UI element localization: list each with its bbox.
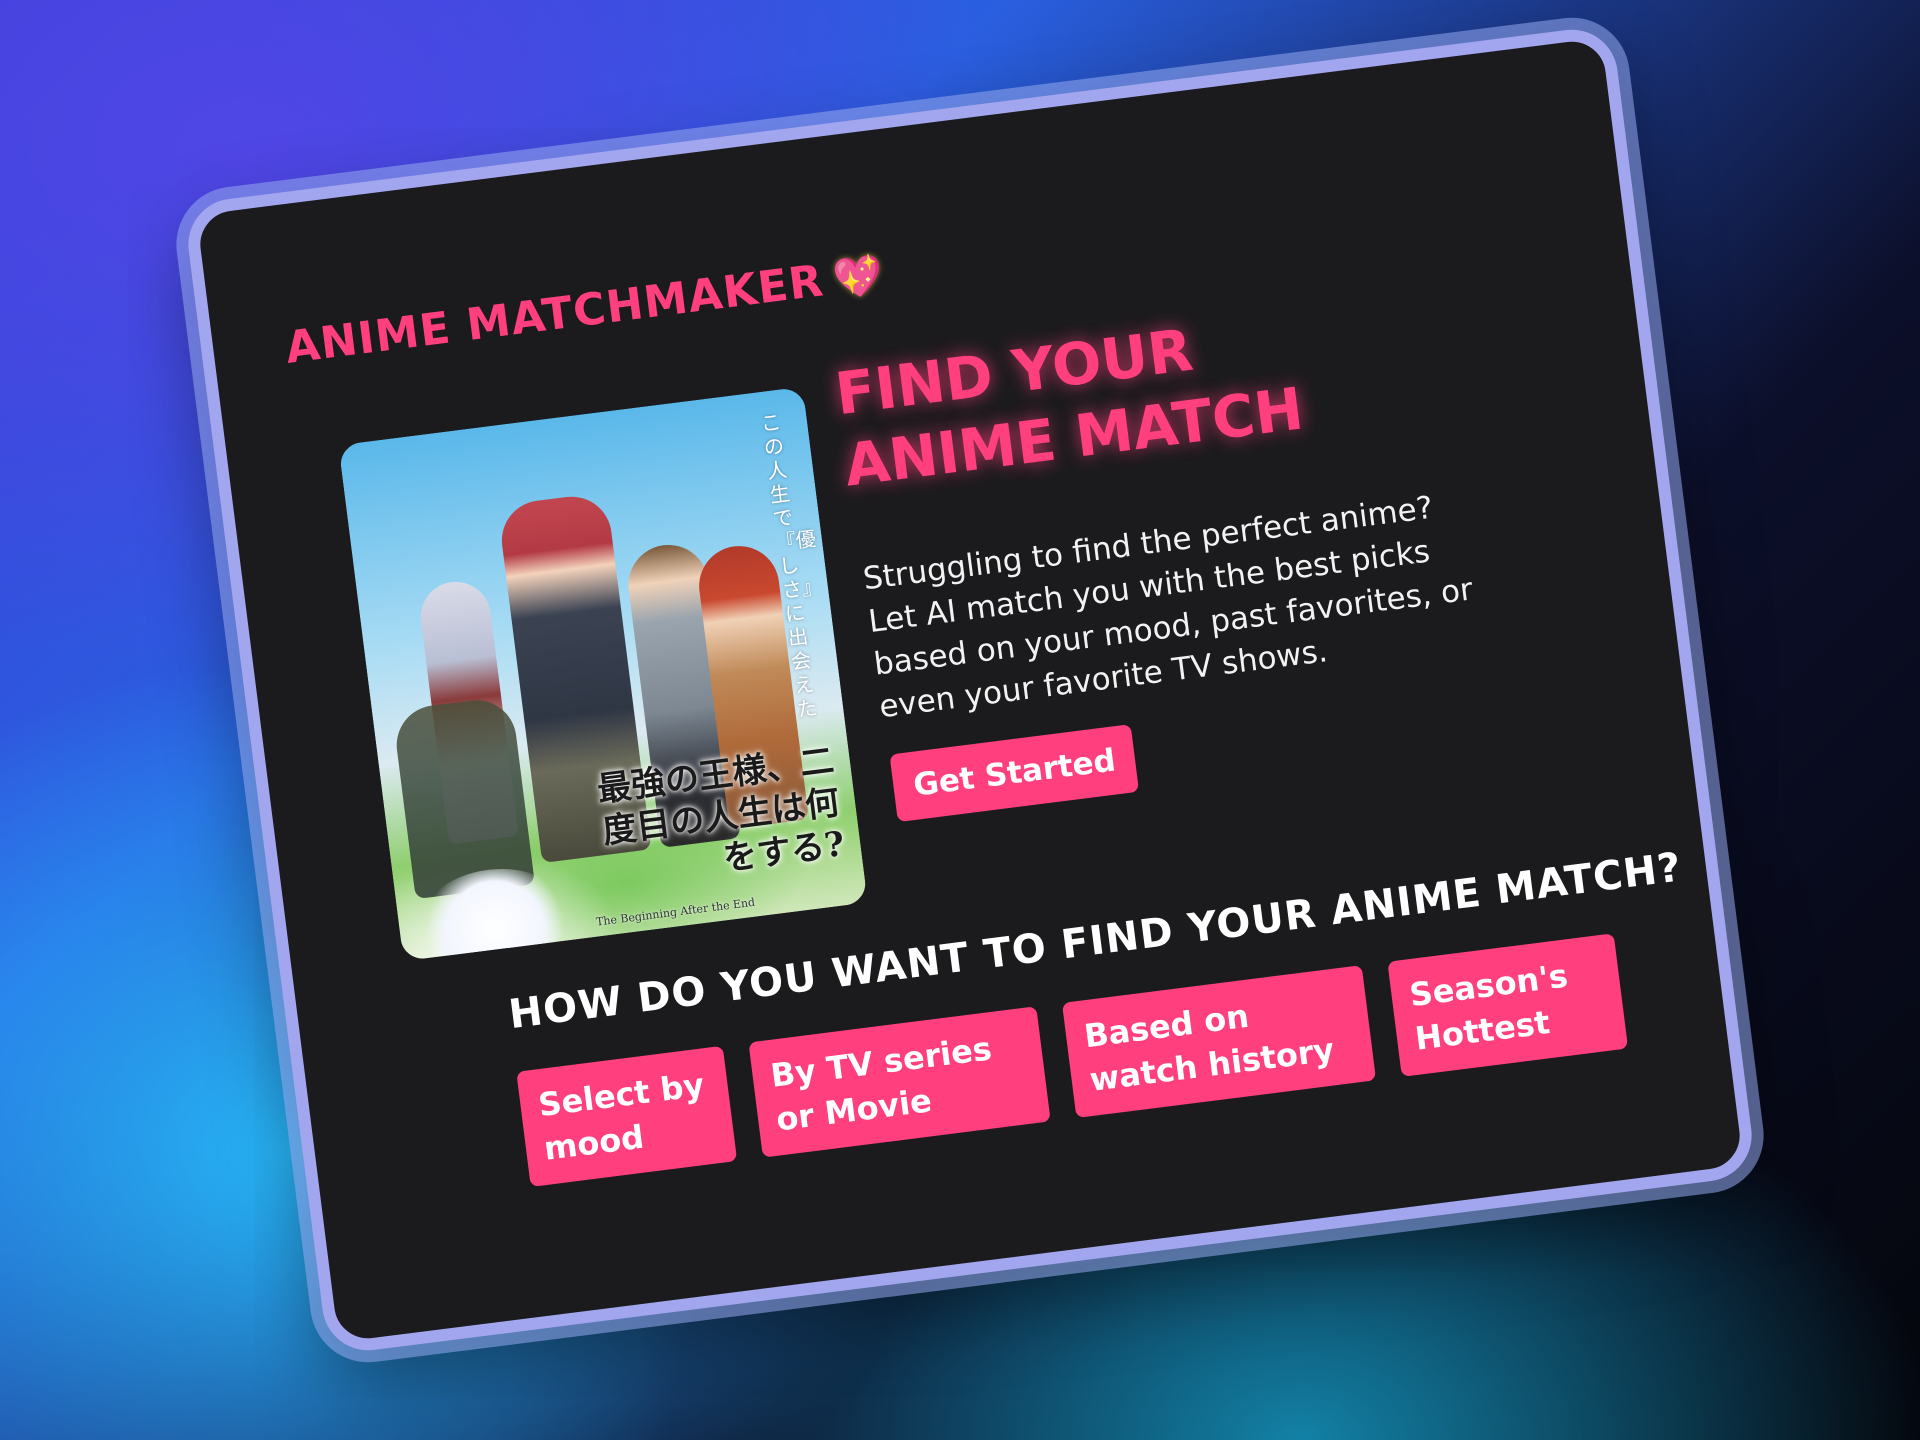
get-started-button[interactable]: Get Started — [889, 724, 1140, 823]
hero-title: Find Your Anime Match — [831, 315, 1307, 500]
poster-english-title: The Beginning After the End — [595, 895, 756, 929]
brand-name: Anime Matchmaker — [282, 255, 827, 374]
main-card: Anime Matchmaker 💖 この人生で『優しさ』に出会えた 最強の王様、… — [182, 24, 1758, 1356]
based-on-watch-history-button[interactable]: Based on watch history — [1061, 965, 1377, 1119]
sparkling-heart-icon: 💖 — [830, 251, 887, 304]
background: Anime Matchmaker 💖 この人生で『優しさ』に出会えた 最強の王様、… — [0, 0, 1920, 1440]
by-tv-series-or-movie-button[interactable]: By TV series or Movie — [748, 1006, 1051, 1158]
brand-logo[interactable]: Anime Matchmaker 💖 — [283, 248, 887, 374]
select-by-mood-button[interactable]: Select by mood — [516, 1045, 738, 1187]
seasons-hottest-button[interactable]: Season's Hottest — [1387, 933, 1629, 1077]
hero-description: Struggling to find the perfect anime? Le… — [861, 489, 1475, 726]
anime-poster-image: この人生で『優しさ』に出会えた 最強の王様、二度目の人生は何をする? The B… — [338, 386, 868, 962]
